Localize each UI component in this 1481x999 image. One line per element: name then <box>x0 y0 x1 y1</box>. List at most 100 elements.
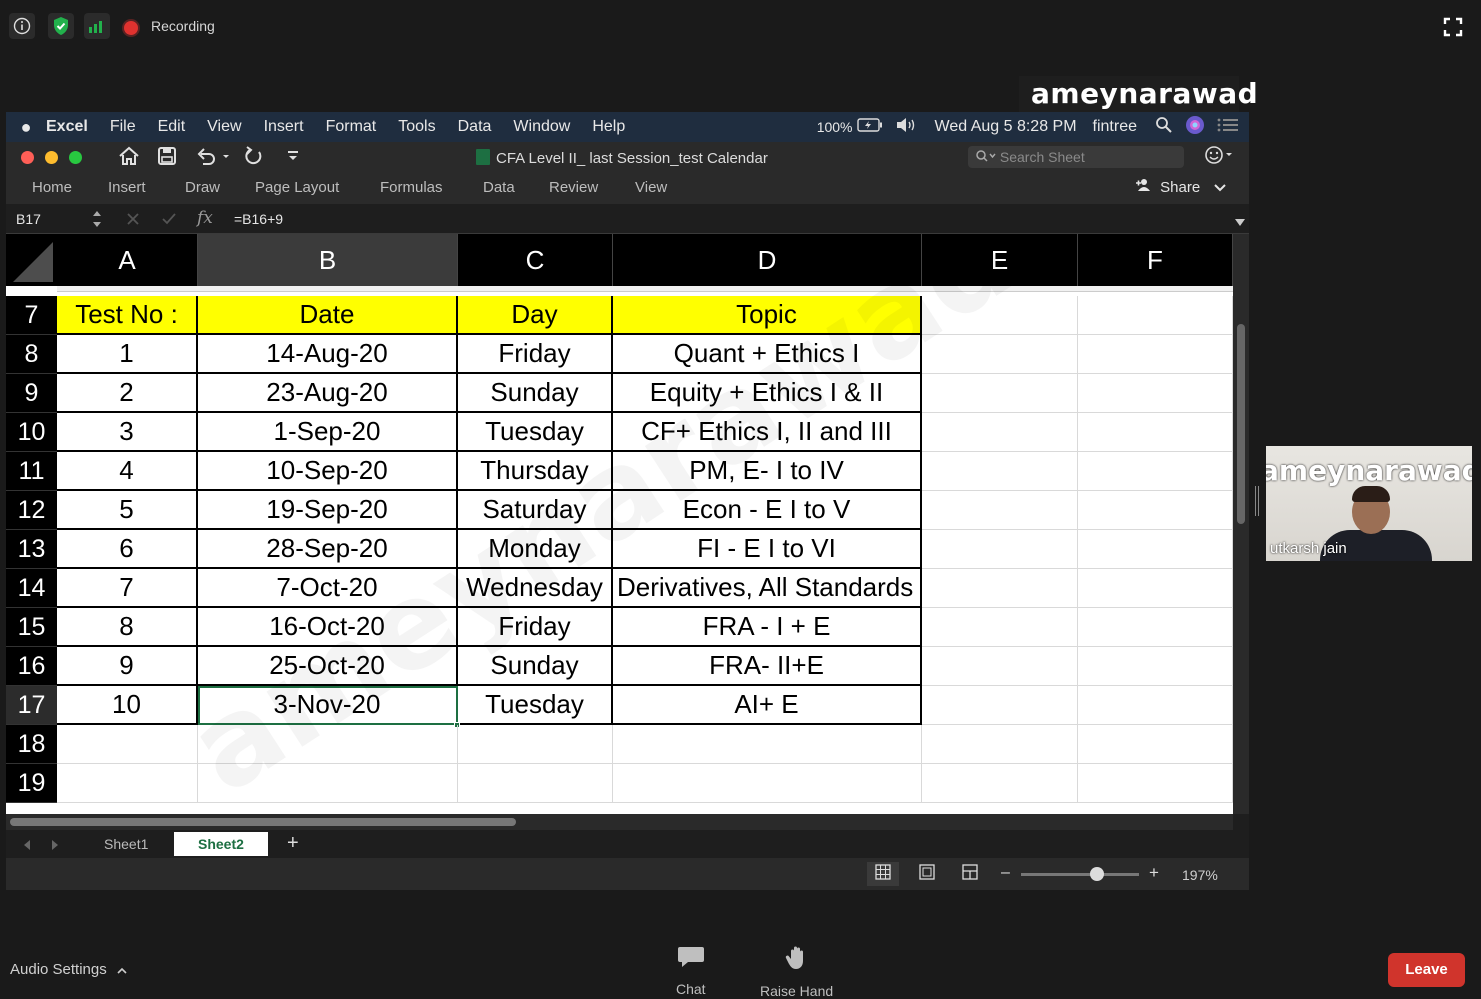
spreadsheet-grid[interactable]: A B C D E F 7 8 9 10 11 12 13 14 15 16 1… <box>6 234 1233 814</box>
cell-date[interactable]: 23-Aug-20 <box>198 374 458 413</box>
horizontal-scrollbar[interactable] <box>6 814 1233 830</box>
cell-date[interactable]: 16-Oct-20 <box>198 608 458 647</box>
cell-topic[interactable]: FRA - I + E <box>613 608 922 647</box>
cell-day[interactable]: Sunday <box>458 374 613 413</box>
row-header[interactable]: 9 <box>6 374 57 413</box>
menu-insert[interactable]: Insert <box>264 118 304 136</box>
sheet-tab-sheet1[interactable]: Sheet1 <box>80 832 172 856</box>
cell-day[interactable]: Tuesday <box>458 686 613 725</box>
cell-test-no[interactable]: 9 <box>57 647 198 686</box>
row-header-selected[interactable]: 17 <box>6 686 57 725</box>
enter-formula-icon[interactable] <box>162 212 176 228</box>
empty-cell[interactable] <box>922 296 1078 335</box>
menu-file[interactable]: File <box>110 118 136 136</box>
tab-review[interactable]: Review <box>549 179 598 196</box>
formula-input[interactable]: =B16+9 <box>234 211 283 227</box>
menu-view[interactable]: View <box>207 118 241 136</box>
clock[interactable]: Wed Aug 5 8:28 PM <box>935 118 1077 136</box>
spotlight-icon[interactable] <box>1155 116 1173 139</box>
cell-test-no[interactable]: 6 <box>57 530 198 569</box>
empty-cell[interactable] <box>922 491 1078 530</box>
empty-cell[interactable] <box>198 764 458 803</box>
empty-cell[interactable] <box>922 335 1078 374</box>
close-window-button[interactable] <box>21 151 34 164</box>
cell-day[interactable]: Sunday <box>458 647 613 686</box>
empty-cell[interactable] <box>1078 725 1233 764</box>
empty-cell[interactable] <box>1078 608 1233 647</box>
zoom-slider[interactable] <box>1021 873 1139 876</box>
customize-toolbar-icon[interactable] <box>286 149 300 166</box>
column-header-a[interactable]: A <box>57 234 198 286</box>
cell-day[interactable]: Wednesday <box>458 569 613 608</box>
undo-icon[interactable] <box>195 146 231 172</box>
header-cell-date[interactable]: Date <box>198 296 458 335</box>
fullscreen-icon[interactable] <box>1443 17 1463 37</box>
empty-cell[interactable] <box>1078 413 1233 452</box>
empty-cell[interactable] <box>1078 374 1233 413</box>
empty-cell[interactable] <box>922 413 1078 452</box>
video-panel-resize-handle[interactable] <box>1255 486 1259 516</box>
cell-topic[interactable]: Equity + Ethics I & II <box>613 374 922 413</box>
cell-date[interactable]: 10-Sep-20 <box>198 452 458 491</box>
apple-icon[interactable]: ● <box>6 117 46 138</box>
menu-app[interactable]: Excel <box>46 118 88 136</box>
cell-topic[interactable]: Quant + Ethics I <box>613 335 922 374</box>
name-box[interactable]: B17 <box>16 211 41 227</box>
empty-cell[interactable] <box>1078 686 1233 725</box>
zoom-out-button[interactable]: – <box>1001 864 1010 882</box>
empty-cell[interactable] <box>922 569 1078 608</box>
zoom-level[interactable]: 197% <box>1182 867 1218 883</box>
row-header[interactable]: 18 <box>6 725 57 764</box>
horizontal-scroll-thumb[interactable] <box>10 818 516 826</box>
maximize-window-button[interactable] <box>69 151 82 164</box>
tab-page-layout[interactable]: Page Layout <box>255 179 339 196</box>
empty-cell[interactable] <box>1078 647 1233 686</box>
column-header-b[interactable]: B <box>198 234 458 286</box>
empty-cell[interactable] <box>1078 452 1233 491</box>
cell-date[interactable]: 25-Oct-20 <box>198 647 458 686</box>
empty-cell[interactable] <box>57 764 198 803</box>
cell-test-no[interactable]: 4 <box>57 452 198 491</box>
cell-date[interactable]: 7-Oct-20 <box>198 569 458 608</box>
empty-cell[interactable] <box>613 725 922 764</box>
empty-cell[interactable] <box>1078 491 1233 530</box>
cell-topic[interactable]: Derivatives, All Standards <box>613 569 922 608</box>
row-header[interactable]: 8 <box>6 335 57 374</box>
name-box-stepper-icon[interactable] <box>92 208 102 233</box>
insert-function-icon[interactable]: fx <box>197 208 213 228</box>
save-icon[interactable] <box>157 146 177 172</box>
cell-topic[interactable]: PM, E- I to IV <box>613 452 922 491</box>
empty-cell[interactable] <box>198 725 458 764</box>
empty-cell[interactable] <box>57 725 198 764</box>
cell-day[interactable]: Saturday <box>458 491 613 530</box>
tab-view[interactable]: View <box>635 179 667 196</box>
cell-test-no[interactable]: 1 <box>57 335 198 374</box>
add-sheet-button[interactable]: + <box>287 832 299 855</box>
expand-formula-icon[interactable] <box>1235 214 1245 230</box>
scroll-sheets-left-icon[interactable] <box>22 838 32 854</box>
tab-data[interactable]: Data <box>483 179 515 196</box>
tab-draw[interactable]: Draw <box>185 179 220 196</box>
empty-cell[interactable] <box>1078 569 1233 608</box>
empty-cell[interactable] <box>1078 296 1233 335</box>
vertical-scroll-thumb[interactable] <box>1237 324 1245 524</box>
empty-cell[interactable] <box>1078 530 1233 569</box>
empty-cell[interactable] <box>458 764 613 803</box>
column-header-d[interactable]: D <box>613 234 922 286</box>
chat-button[interactable]: Chat <box>676 945 706 997</box>
zoom-in-button[interactable]: + <box>1149 863 1159 883</box>
leave-button[interactable]: Leave <box>1388 953 1465 987</box>
column-header-c[interactable]: C <box>458 234 613 286</box>
sheet-tab-sheet2[interactable]: Sheet2 <box>174 832 268 856</box>
cell-topic[interactable]: Econ - E I to V <box>613 491 922 530</box>
cell-test-no[interactable]: 3 <box>57 413 198 452</box>
cell-test-no[interactable]: 8 <box>57 608 198 647</box>
connection-icon[interactable] <box>84 13 110 39</box>
cell-test-no[interactable]: 7 <box>57 569 198 608</box>
cell-topic[interactable]: FI - E I to VI <box>613 530 922 569</box>
cell-day[interactable]: Monday <box>458 530 613 569</box>
raise-hand-button[interactable]: Raise Hand <box>760 945 833 999</box>
cell-topic[interactable]: CF+ Ethics I, II and III <box>613 413 922 452</box>
cell-test-no[interactable]: 10 <box>57 686 198 725</box>
empty-cell[interactable] <box>1078 335 1233 374</box>
